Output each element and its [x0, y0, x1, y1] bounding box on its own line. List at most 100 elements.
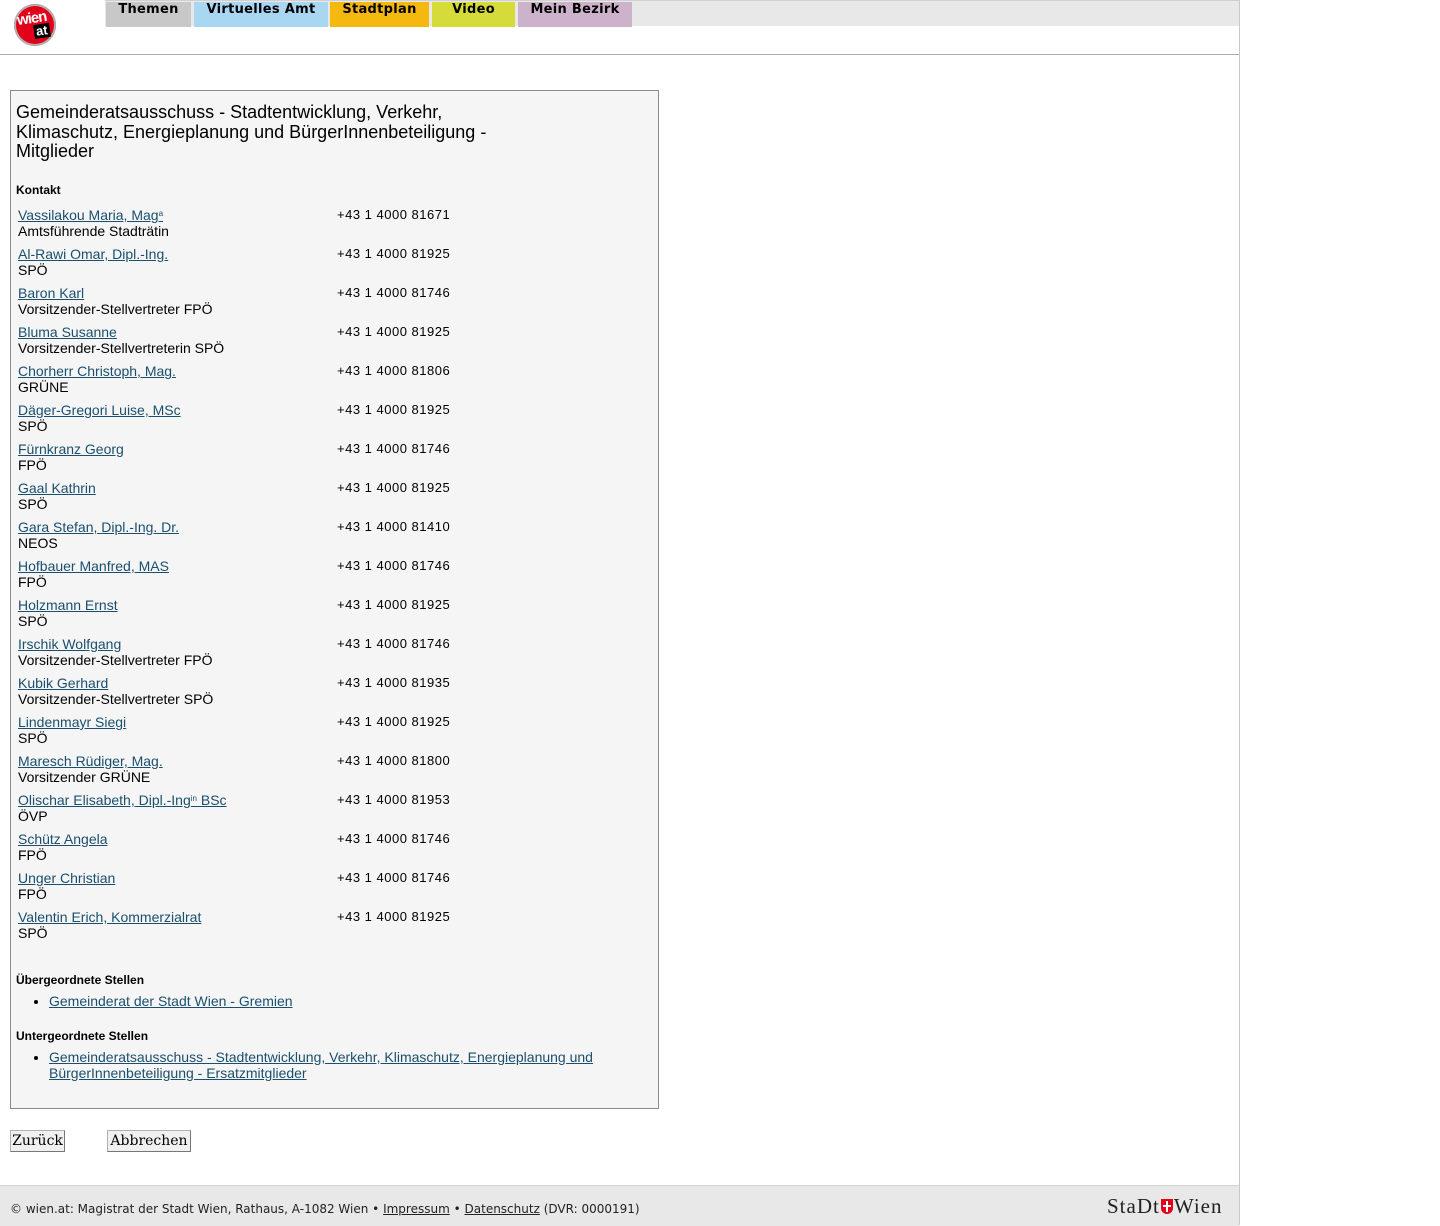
member-name-link[interactable]: Fürnkranz Georg [18, 441, 124, 457]
member-name-text: Kubik Gerhard [18, 675, 109, 691]
member-role: SPÖ [18, 925, 48, 941]
nav-tab-label: Mein Bezirk [530, 2, 620, 17]
member-name-text: Gaal Kathrin [18, 480, 96, 496]
member-name-text: Maresch Rüdiger, Mag. [18, 753, 163, 769]
nav-tab-video[interactable]: Video [432, 2, 515, 27]
nav-tab-label: Virtuelles Amt [206, 2, 316, 17]
nav-tab-label: Themen [118, 2, 179, 17]
member-row: Lindenmayr Siegi SPÖ +43 1 4000 81925 [18, 714, 618, 748]
member-name-link[interactable]: Bluma Susanne [18, 324, 117, 340]
member-phone: +43 1 4000 81925 [337, 402, 451, 417]
list-item: Gemeinderat der Stadt Wien - Gremien [49, 993, 629, 1010]
datenschutz-link[interactable]: Datenschutz [465, 1202, 540, 1216]
member-row: Holzmann Ernst SPÖ +43 1 4000 81925 [18, 597, 618, 631]
kontakt-heading: Kontakt [16, 183, 61, 197]
member-name-text: Schütz Angela [18, 831, 108, 847]
member-row: Vassilakou Maria, Maga Amtsführende Stadt… [18, 207, 618, 241]
nav-tab-virtuelles-amt[interactable]: Virtuelles Amt [194, 2, 328, 27]
cancel-button[interactable]: Abbrechen [107, 1130, 191, 1152]
member-phone: +43 1 4000 81925 [337, 324, 451, 339]
nav-tab-themen[interactable]: Themen [106, 2, 191, 27]
member-role: ÖVP [18, 808, 48, 824]
member-role: SPÖ [18, 496, 48, 512]
member-row: Schütz Angela FPÖ +43 1 4000 81746 [18, 831, 618, 865]
link-gemeinderat-gremien[interactable]: Gemeinderat der Stadt Wien - Gremien [49, 993, 293, 1009]
footer-text: © wien.at: Magistrat der Stadt Wien, Rat… [10, 1202, 640, 1216]
main-navigation: Themen Virtuelles Amt Stadtplan Video Me… [105, 0, 1239, 27]
member-name-link[interactable]: Vassilakou Maria, Maga [18, 207, 163, 223]
member-name-text: Gara Stefan, Dipl.-Ing. Dr. [18, 519, 180, 535]
member-name-link[interactable]: Chorherr Christoph, Mag. [18, 363, 176, 379]
member-name-link[interactable]: Irschik Wolfgang [18, 636, 121, 652]
member-name-text: Lindenmayr Siegi [18, 714, 127, 730]
member-role: GRÜNE [18, 379, 69, 395]
stadt-wien-logo-text: Wien [1173, 1194, 1223, 1218]
member-name-link[interactable]: Hofbauer Manfred, MAS [18, 558, 169, 574]
member-row: Al-Rawi Omar, Dipl.-Ing. SPÖ +43 1 4000 81… [18, 246, 618, 280]
member-row: Hofbauer Manfred, MAS FPÖ +43 1 4000 81746 [18, 558, 618, 592]
member-name-text: Holzmann Ernst [18, 597, 118, 613]
member-phone: +43 1 4000 81746 [337, 285, 451, 300]
footer-copyright: © wien.at: Magistrat der Stadt Wien, Rat… [10, 1202, 380, 1216]
member-name-text: Baron Karl [18, 285, 85, 301]
member-name-link[interactable]: Kubik Gerhard [18, 675, 108, 691]
member-phone: +43 1 4000 81935 [337, 675, 451, 690]
member-role: Amtsführende Stadträtin [18, 223, 169, 239]
member-row: Olischar Elisabeth, Dipl.-Ingin BSc ÖVP +4… [18, 792, 618, 826]
member-row: Maresch Rüdiger, Mag. Vorsitzender GRÜNE +… [18, 753, 618, 787]
member-role: FPÖ [18, 886, 47, 902]
member-name-text: Hofbauer Manfred, MAS [18, 558, 169, 574]
committee-panel: Gemeinderatsausschuss - Stadtentwicklung… [10, 90, 659, 1109]
link-ersatzmitglieder[interactable]: Gemeinderatsausschuss - Stadtentwicklung… [49, 1049, 593, 1081]
member-row: Baron Karl Vorsitzender-Stellvertreter FP… [18, 285, 618, 319]
member-role: Vorsitzender-Stellvertreter FPÖ [18, 301, 213, 317]
stadt-wien-logo-text: StaDt [1107, 1194, 1160, 1218]
nav-tab-mein-bezirk[interactable]: Mein Bezirk [518, 2, 632, 27]
member-name-link[interactable]: Gara Stefan, Dipl.-Ing. Dr. [18, 519, 179, 535]
member-name-text: Däger-Gregori Luise, MSc [18, 402, 181, 418]
member-name-link[interactable]: Valentin Erich, Kommerzialrat [18, 909, 201, 925]
member-name-link[interactable]: Lindenmayr Siegi [18, 714, 126, 730]
member-row: Kubik Gerhard Vorsitzender-Stellvertreter… [18, 675, 618, 709]
member-name-text: Unger Christian [18, 870, 116, 886]
member-role: NEOS [18, 535, 58, 551]
member-row: Chorherr Christoph, Mag. GRÜNE +43 1 4000 … [18, 363, 618, 397]
member-name-text: Fürnkranz Georg [18, 441, 124, 457]
member-row: Bluma Susanne Vorsitzender-Stellvertreter… [18, 324, 618, 358]
member-role: Vorsitzender-Stellvertreter FPÖ [18, 652, 213, 668]
member-role: FPÖ [18, 574, 47, 590]
parent-units-list: Gemeinderat der Stadt Wien - Gremien [11, 993, 629, 1010]
member-name-link[interactable]: Baron Karl [18, 285, 84, 301]
member-name-suffix: BSc [196, 792, 227, 808]
list-item: Gemeinderatsausschuss - Stadtentwicklung… [49, 1049, 629, 1081]
member-role: FPÖ [18, 847, 47, 863]
member-name-link[interactable]: Maresch Rüdiger, Mag. [18, 753, 163, 769]
member-phone: +43 1 4000 81746 [337, 870, 451, 885]
member-name-link[interactable]: Al-Rawi Omar, Dipl.-Ing. [18, 246, 168, 262]
member-name-link[interactable]: Däger-Gregori Luise, MSc [18, 402, 181, 418]
member-role: Vorsitzender-Stellvertreterin SPÖ [18, 340, 225, 356]
wien-shield-icon [1160, 1199, 1173, 1214]
wien-at-logo[interactable]: wien at [14, 4, 56, 46]
member-phone: +43 1 4000 81953 [337, 792, 451, 807]
back-button[interactable]: Zurück [10, 1130, 65, 1152]
member-row: Däger-Gregori Luise, MSc SPÖ +43 1 4000 81… [18, 402, 618, 436]
member-name-text: Vassilakou Maria, Mag [18, 207, 159, 223]
member-name-link[interactable]: Olischar Elisabeth, Dipl.-Ingin BSc [18, 792, 227, 808]
member-name-link[interactable]: Holzmann Ernst [18, 597, 118, 613]
page-title: Gemeinderatsausschuss - Stadtentwicklung… [16, 102, 487, 161]
member-row: Gaal Kathrin SPÖ +43 1 4000 81925 [18, 480, 618, 514]
member-phone: +43 1 4000 81925 [337, 480, 451, 495]
member-name-link[interactable]: Unger Christian [18, 870, 115, 886]
member-role: SPÖ [18, 613, 48, 629]
child-units-list: Gemeinderatsausschuss - Stadtentwicklung… [11, 1049, 629, 1081]
stadt-wien-logo[interactable]: StaDt Wien [1107, 1194, 1222, 1219]
member-role: SPÖ [18, 262, 48, 278]
child-units-heading: Untergeordnete Stellen [16, 1029, 149, 1043]
member-name-link[interactable]: Gaal Kathrin [18, 480, 96, 496]
nav-tab-stadtplan[interactable]: Stadtplan [330, 2, 429, 27]
member-row: Unger Christian FPÖ +43 1 4000 81746 [18, 870, 618, 904]
impressum-link[interactable]: Impressum [383, 1202, 450, 1216]
member-name-link[interactable]: Schütz Angela [18, 831, 108, 847]
parent-units-heading: Übergeordnete Stellen [16, 973, 145, 987]
